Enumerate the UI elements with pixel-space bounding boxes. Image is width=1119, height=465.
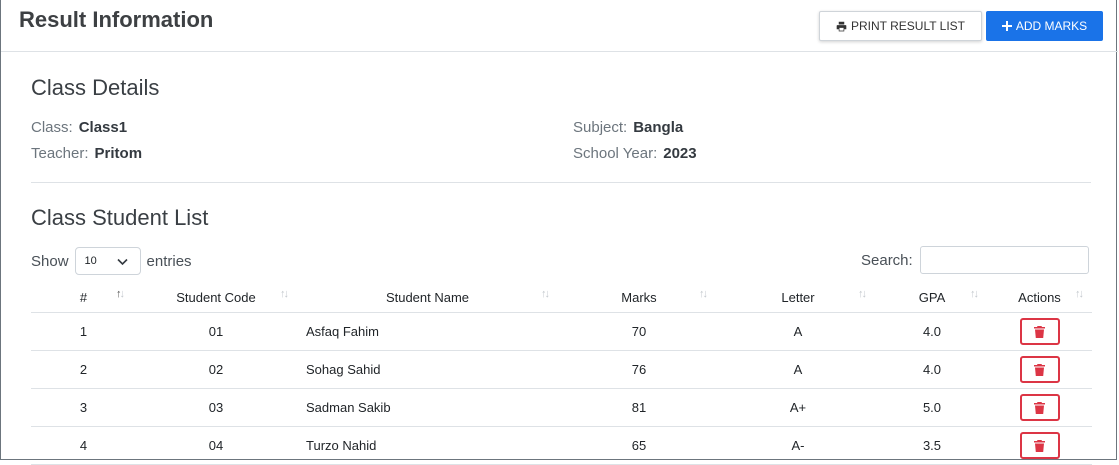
table-header-row: # ↑↓ Student Code ↑↓ Student Name ↑↓ Mar…	[31, 282, 1092, 313]
cell-student-code: 01	[136, 312, 296, 351]
print-result-list-button[interactable]: PRINT RESULT LIST	[819, 11, 982, 41]
cell-student-code: 02	[136, 350, 296, 389]
cell-number: 3	[31, 388, 136, 427]
cell-actions	[987, 312, 1092, 351]
cell-gpa: 5.0	[877, 388, 987, 427]
delete-button[interactable]	[1019, 356, 1060, 383]
cell-student-code: 04	[136, 426, 296, 465]
chevron-down-icon	[116, 257, 128, 269]
entries-select[interactable]: 10	[74, 247, 141, 275]
trash-icon	[1034, 363, 1045, 376]
cell-marks: 81	[559, 388, 719, 427]
table-row: 4 04 Turzo Nahid 65 A- 3.5	[31, 426, 1092, 465]
cell-letter: A	[719, 312, 877, 351]
cell-marks: 76	[559, 350, 719, 389]
teacher-field: Teacher: Pritom	[31, 145, 142, 162]
search-input[interactable]	[919, 246, 1089, 274]
cell-actions	[987, 388, 1092, 427]
trash-icon	[1034, 325, 1045, 338]
school-year-value: 2023	[663, 145, 697, 162]
table-row: 1 01 Asfaq Fahim 70 A 4.0	[31, 312, 1092, 351]
sort-arrows-icon: ↑↓	[541, 288, 550, 300]
add-marks-label: ADD MARKS	[1015, 19, 1088, 33]
column-header-letter[interactable]: Letter ↑↓	[719, 282, 877, 313]
trash-icon	[1034, 401, 1045, 414]
subject-field: Subject: Bangla	[573, 119, 683, 136]
subject-label: Subject:	[573, 119, 628, 136]
column-header-gpa[interactable]: GPA ↑↓	[877, 282, 987, 313]
entries-select-value: 10	[84, 255, 97, 267]
cell-marks: 70	[559, 312, 719, 351]
cell-letter: A+	[719, 388, 877, 427]
school-year-label: School Year:	[573, 145, 658, 162]
sort-arrows-icon: ↑↓	[858, 288, 867, 300]
sort-arrows-icon: ↑↓	[280, 288, 289, 300]
cell-gpa: 3.5	[877, 426, 987, 465]
sort-arrows-icon: ↑↓	[1075, 288, 1084, 300]
cell-student-name: Sohag Sahid	[296, 350, 559, 389]
sort-arrows-icon: ↑↓	[116, 288, 125, 300]
column-header-student-name[interactable]: Student Name ↑↓	[296, 282, 559, 313]
cell-gpa: 4.0	[877, 350, 987, 389]
cell-student-name: Asfaq Fahim	[296, 312, 559, 351]
add-marks-button[interactable]: ADD MARKS	[986, 11, 1103, 41]
class-label: Class:	[31, 119, 73, 136]
school-year-field: School Year: 2023	[573, 145, 697, 162]
column-header-actions[interactable]: Actions ↑↓	[987, 282, 1092, 313]
cell-student-code: 03	[136, 388, 296, 427]
student-table: # ↑↓ Student Code ↑↓ Student Name ↑↓ Mar…	[31, 282, 1092, 465]
trash-icon	[1034, 439, 1045, 452]
column-label: Student Code	[176, 289, 256, 305]
class-student-list-heading: Class Student List	[31, 205, 209, 230]
cell-marks: 65	[559, 426, 719, 465]
plus-icon	[1001, 21, 1012, 31]
entries-label: entries	[146, 252, 192, 270]
column-label: GPA	[918, 289, 946, 305]
column-header-marks[interactable]: Marks ↑↓	[559, 282, 719, 313]
print-result-list-label: PRINT RESULT LIST	[850, 19, 966, 33]
class-details-heading: Class Details	[31, 75, 160, 100]
show-label: Show	[31, 252, 69, 270]
column-label: #	[79, 289, 88, 305]
teacher-label: Teacher:	[31, 145, 89, 162]
cell-actions	[987, 426, 1092, 465]
column-header-number[interactable]: # ↑↓	[31, 282, 136, 313]
table-row: 3 03 Sadman Sakib 81 A+ 5.0	[31, 388, 1092, 427]
teacher-value: Pritom	[94, 145, 143, 162]
sort-arrows-icon: ↑↓	[699, 288, 708, 300]
table-row: 2 02 Sohag Sahid 76 A 4.0	[31, 350, 1092, 389]
class-value: Class1	[78, 119, 128, 136]
column-label: Marks	[621, 289, 657, 305]
cell-gpa: 4.0	[877, 312, 987, 351]
cell-number: 4	[31, 426, 136, 465]
delete-button[interactable]	[1019, 318, 1060, 345]
cell-number: 2	[31, 350, 136, 389]
cell-letter: A	[719, 350, 877, 389]
cell-letter: A-	[719, 426, 877, 465]
delete-button[interactable]	[1019, 394, 1060, 421]
column-label: Actions	[1018, 289, 1061, 305]
cell-student-name: Turzo Nahid	[296, 426, 559, 465]
subject-value: Bangla	[633, 119, 684, 136]
printer-icon	[836, 21, 847, 32]
table-search: Search:	[861, 246, 1089, 274]
column-label: Student Name	[385, 289, 470, 305]
cell-student-name: Sadman Sakib	[296, 388, 559, 427]
result-card: Result Information PRINT RESULT LIST ADD…	[0, 0, 1118, 465]
cell-actions	[987, 350, 1092, 389]
cell-number: 1	[31, 312, 136, 351]
entries-length-control: Show 10 entries	[31, 246, 192, 276]
delete-button[interactable]	[1019, 432, 1060, 459]
column-label: Letter	[781, 289, 815, 305]
page-title: Result Information	[19, 7, 214, 32]
section-divider	[31, 182, 1091, 183]
search-label: Search:	[861, 251, 913, 269]
class-field: Class: Class1	[31, 119, 127, 136]
sort-arrows-icon: ↑↓	[970, 288, 979, 300]
card-header: Result Information PRINT RESULT LIST ADD…	[1, 0, 1118, 52]
column-header-student-code[interactable]: Student Code ↑↓	[136, 282, 296, 313]
